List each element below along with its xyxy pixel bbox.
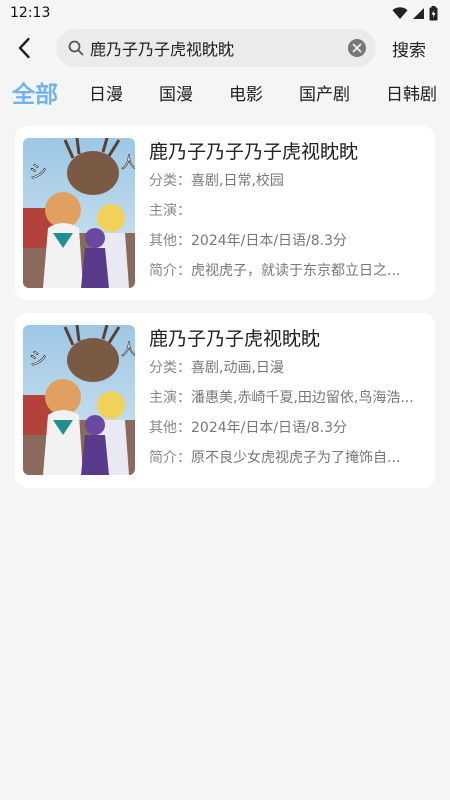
result-cast: 主演： bbox=[149, 203, 191, 219]
back-button[interactable] bbox=[0, 28, 48, 68]
result-card[interactable]: シ 人 鹿乃子乃子乃子虎视眈眈 分类：喜剧,日常,校园 主演： 其他：2024年… bbox=[15, 126, 435, 300]
svg-text:人: 人 bbox=[121, 340, 135, 359]
status-time: 12:13 bbox=[10, 5, 51, 21]
tab-japanese-anime[interactable]: 日漫 bbox=[89, 80, 123, 105]
result-title[interactable]: 鹿乃子乃子乃子虎视眈眈 bbox=[149, 138, 425, 166]
status-bar: 12:13 bbox=[0, 0, 450, 26]
search-input[interactable]: 鹿乃子乃子虎视眈眈 bbox=[56, 29, 376, 67]
clear-search-button[interactable] bbox=[346, 37, 368, 59]
result-other: 其他：2024年/日本/日语/8.3分 bbox=[149, 233, 348, 249]
tab-jk-drama[interactable]: 日韩剧 bbox=[386, 80, 437, 105]
wifi-icon bbox=[392, 7, 408, 19]
result-title[interactable]: 鹿乃子乃子虎视眈眈 bbox=[149, 325, 425, 353]
svg-text:シ: シ bbox=[29, 162, 47, 183]
tab-all[interactable]: 全部 bbox=[12, 76, 58, 108]
signal-icon bbox=[413, 7, 424, 19]
tab-domestic-drama[interactable]: 国产剧 bbox=[299, 80, 350, 105]
tab-movie[interactable]: 电影 bbox=[229, 80, 263, 105]
tab-chinese-anime[interactable]: 国漫 bbox=[159, 80, 193, 105]
result-other: 其他：2024年/日本/日语/8.3分 bbox=[149, 420, 348, 436]
status-icons bbox=[392, 5, 438, 21]
clear-icon bbox=[348, 39, 366, 57]
result-category: 分类：喜剧,动画,日漫 bbox=[149, 360, 284, 376]
result-cast: 主演：潘惠美,赤崎千夏,田边留依,鸟海浩... bbox=[149, 390, 414, 406]
poster-image: シ 人 bbox=[23, 138, 135, 288]
search-header: 鹿乃子乃子虎视眈眈 搜索 bbox=[0, 28, 450, 68]
category-tabs: 全部 日漫 国漫 电影 国产剧 日韩剧 bbox=[0, 76, 450, 108]
back-arrow-icon bbox=[18, 37, 30, 59]
poster-image: シ 人 bbox=[23, 325, 135, 475]
search-icon bbox=[68, 40, 84, 56]
svg-text:シ: シ bbox=[29, 349, 47, 370]
battery-icon bbox=[429, 5, 438, 20]
result-category: 分类：喜剧,日常,校园 bbox=[149, 173, 284, 189]
result-intro: 简介：虎视虎子，就读于东京都立日之... bbox=[149, 263, 401, 279]
svg-text:人: 人 bbox=[121, 153, 135, 172]
result-intro: 简介：原不良少女虎视虎子为了掩饰自... bbox=[149, 450, 401, 466]
result-card[interactable]: シ 人 鹿乃子乃子虎视眈眈 分类：喜剧,动画,日漫 主演：潘惠美,赤崎千夏,田边… bbox=[15, 313, 435, 488]
search-button[interactable]: 搜索 bbox=[392, 36, 426, 61]
search-query[interactable]: 鹿乃子乃子虎视眈眈 bbox=[90, 36, 346, 60]
